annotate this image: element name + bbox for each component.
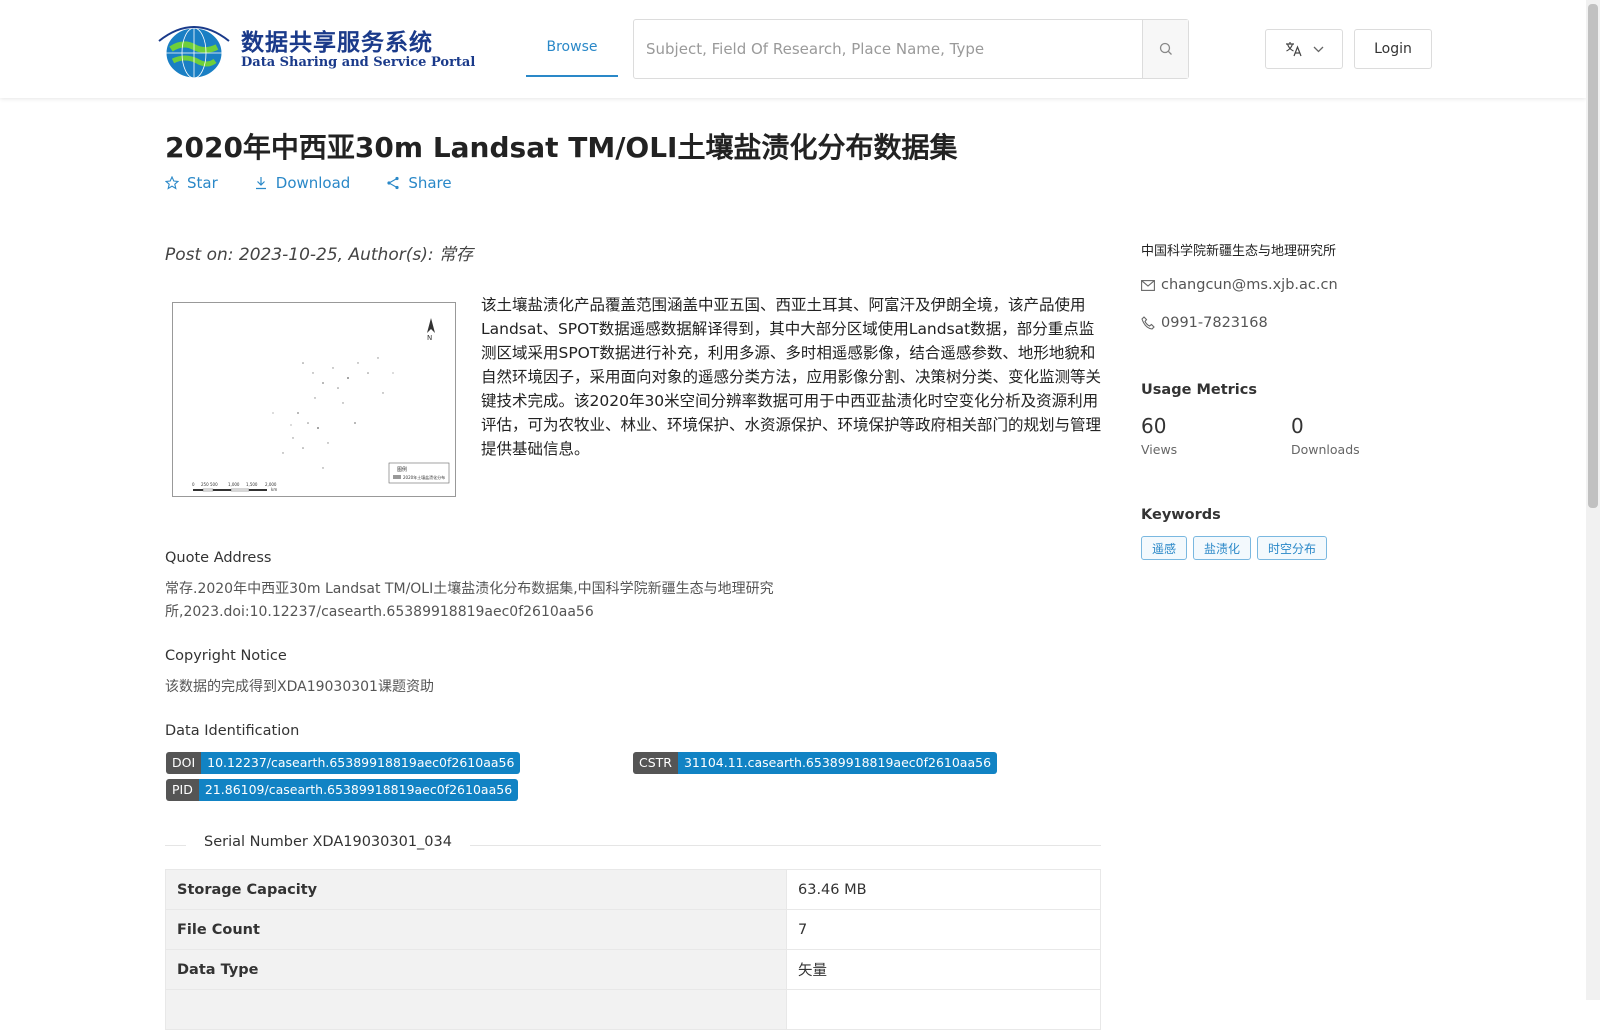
downloads-count: 0 <box>1291 414 1304 438</box>
usage-metrics-heading: Usage Metrics <box>1141 382 1257 398</box>
north-arrow-icon: N <box>427 318 435 342</box>
row-key: Storage Capacity <box>165 869 787 910</box>
downloads-label: Downloads <box>1291 442 1360 457</box>
site-logo[interactable]: 数据共享服务系统 Data Sharing and Service Portal <box>153 21 475 81</box>
dataset-info-table: Storage Capacity 63.46 MB File Count 7 D… <box>165 869 1101 1030</box>
star-button[interactable]: Star <box>165 174 218 192</box>
login-button[interactable]: Login <box>1354 29 1432 69</box>
scale-label: 250 <box>201 482 209 487</box>
keyword-tag[interactable]: 遥感 <box>1141 536 1188 560</box>
data-identification-label: Data Identification <box>165 723 300 739</box>
serial-number: Serial Number XDA19030301_034 <box>186 834 470 850</box>
views-count: 60 <box>1141 414 1167 438</box>
row-value <box>786 989 1101 1030</box>
logo-title-en: Data Sharing and Service Portal <box>241 55 476 70</box>
quote-address-text: 常存.2020年中西亚30m Landsat TM/OLI土壤盐渍化分布数据集,… <box>165 581 774 620</box>
dataset-description: 该土壤盐渍化产品覆盖范围涵盖中亚五国、西亚土耳其、阿富汗及伊朗全境，该产品使用L… <box>481 296 1102 458</box>
table-row: File Count 7 <box>165 909 1101 950</box>
scale-bar: 0 250 500 1,000 1,500 2,000 km <box>192 482 277 492</box>
organization-name: 中国科学院新疆生态与地理研究所 <box>1141 244 1337 259</box>
dataset-thumbnail[interactable]: N 图例 2020年土壤盐渍化分布 0 250 500 1,000 1,500 … <box>172 302 456 497</box>
search-input[interactable] <box>634 20 1142 78</box>
pid-value: 21.86109/casearth.65389918819aec0f2610aa… <box>198 779 519 801</box>
row-key <box>165 989 787 1030</box>
share-icon <box>387 176 399 190</box>
scale-label: 0 <box>192 482 195 487</box>
mail-icon <box>1141 279 1155 291</box>
scale-unit: km <box>271 487 277 492</box>
cstr-key: CSTR <box>633 752 678 774</box>
keywords-heading: Keywords <box>1141 507 1221 523</box>
row-value: 矢量 <box>786 949 1101 990</box>
page-scrollbar-thumb[interactable] <box>1588 4 1598 508</box>
contact-email[interactable]: changcun@ms.xjb.ac.cn <box>1141 277 1338 293</box>
views-label: Views <box>1141 442 1178 457</box>
table-row: Data Type 矢量 <box>165 949 1101 990</box>
row-key: Data Type <box>165 949 787 990</box>
phone-icon <box>1141 316 1155 330</box>
table-row: Storage Capacity 63.46 MB <box>165 869 1101 910</box>
search-icon <box>1159 42 1172 55</box>
star-icon <box>165 176 179 190</box>
legend-title: 图例 <box>397 466 407 473</box>
copyright-label: Copyright Notice <box>165 648 287 664</box>
row-key: File Count <box>165 909 787 950</box>
dataset-title: 2020年中西亚30m Landsat TM/OLI土壤盐渍化分布数据集 <box>165 131 958 164</box>
download-label: Download <box>275 174 351 192</box>
cstr-value: 31104.11.casearth.65389918819aec0f2610aa… <box>677 752 998 774</box>
scale-label: 1,500 <box>246 482 258 487</box>
thumbnail-map: N 图例 2020年土壤盐渍化分布 0 250 500 1,000 1,500 … <box>192 318 450 492</box>
row-value: 7 <box>786 909 1101 950</box>
scale-label: 500 <box>210 482 218 487</box>
email-text: changcun@ms.xjb.ac.cn <box>1161 277 1338 293</box>
dataset-actions: Star Download Share <box>165 174 452 192</box>
doi-value: 10.12237/casearth.65389918819aec0f2610aa… <box>201 752 521 774</box>
share-label: Share <box>408 174 452 192</box>
keyword-tag[interactable]: 时空分布 <box>1257 536 1328 560</box>
north-label: N <box>427 334 432 342</box>
doi-key: DOI <box>166 752 202 774</box>
star-label: Star <box>187 174 218 192</box>
doi-badge[interactable]: DOI 10.12237/casearth.65389918819aec0f26… <box>166 752 521 774</box>
post-info: Post on: 2023-10-25, Author(s): 常存 <box>165 245 473 265</box>
search-button[interactable] <box>1142 20 1188 78</box>
scale-label: 1,000 <box>228 482 240 487</box>
download-icon <box>255 177 266 190</box>
table-row <box>165 989 1101 1030</box>
search-bar <box>633 19 1189 79</box>
keyword-tag[interactable]: 盐渍化 <box>1193 536 1252 560</box>
legend-item: 2020年土壤盐渍化分布 <box>403 474 445 480</box>
nav-browse-tab[interactable]: Browse <box>526 27 618 77</box>
chevron-down-icon <box>1313 46 1323 52</box>
pid-badge[interactable]: PID 21.86109/casearth.65389918819aec0f26… <box>166 779 519 801</box>
language-switcher[interactable] <box>1265 29 1343 69</box>
top-header: 数据共享服务系统 Data Sharing and Service Portal… <box>0 0 1586 98</box>
pid-key: PID <box>166 779 199 801</box>
row-value: 63.46 MB <box>786 869 1101 910</box>
download-button[interactable]: Download <box>254 174 351 192</box>
translate-icon <box>1285 42 1302 57</box>
logo-title-cn: 数据共享服务系统 <box>241 30 433 56</box>
quote-address-label: Quote Address <box>165 550 272 566</box>
phone-text: 0991-7823168 <box>1161 315 1268 331</box>
share-button[interactable]: Share <box>386 174 452 192</box>
contact-phone: 0991-7823168 <box>1141 315 1268 331</box>
globe-logo-icon <box>158 26 230 79</box>
cstr-badge[interactable]: CSTR 31104.11.casearth.65389918819aec0f2… <box>633 752 998 774</box>
copyright-text: 该数据的完成得到XDA19030301课题资助 <box>165 679 434 695</box>
